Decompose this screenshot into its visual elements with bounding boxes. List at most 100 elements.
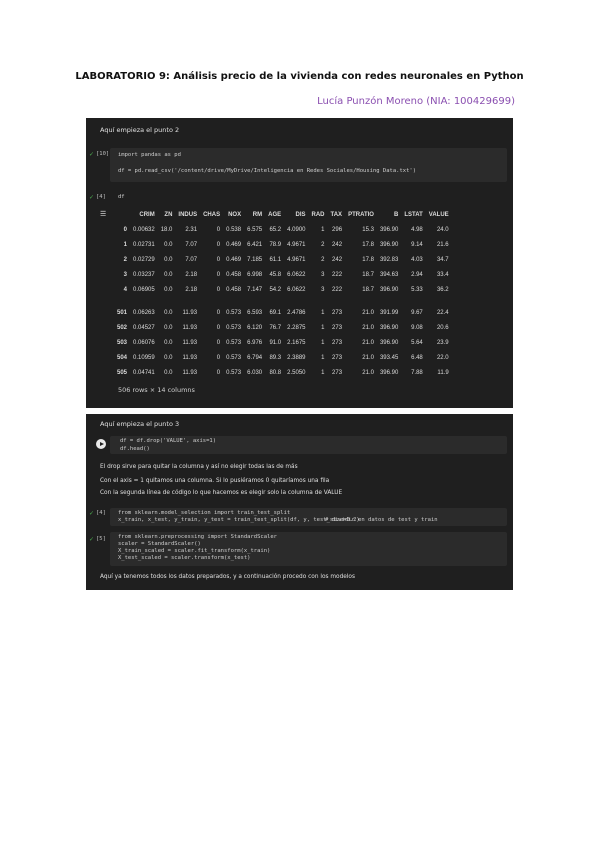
table-cell: 22.0 [436,354,449,361]
table-cell: 0.573 [226,324,242,331]
table-cell: 6.0622 [287,271,306,278]
table-cell: 0.04527 [133,324,155,331]
table-cell: 1 [321,309,325,316]
table-cell: 0.0 [164,271,173,278]
table-cell: 6.976 [247,339,263,346]
column-header: NOX [228,212,242,218]
table-cell: 6.998 [247,271,263,278]
code-line: df [118,194,125,200]
table-cell: 3 [321,286,325,293]
table-cell: 6.030 [247,369,263,376]
table-cell: 0 [216,271,221,278]
table-cell: 273 [332,324,343,331]
row-index: 502 [117,324,128,331]
table-cell: 0.573 [226,309,242,316]
table-cell: 393.45 [379,354,399,361]
section-header: Aquí empieza el punto 2 [100,126,180,134]
table-row: 502 0.04527 0.0 11.93 0 0.573 6.120 76.7 2.2875 1… [114,320,452,335]
table-cell: 396.90 [379,339,399,346]
note-text: El drop sirve para quitar la columna y a… [100,464,298,470]
table-cell: 9.08 [411,324,423,331]
table-row: 504 0.10959 0.0 11.93 0 0.573 6.794 89.3 2.3889 1… [114,350,452,365]
code-line: df.head() [120,446,150,452]
note-text: Con la segunda línea de código lo que ha… [100,490,343,496]
table-cell: 11.93 [182,354,198,361]
table-cell: 222 [332,271,343,278]
table-cell: 1 [321,226,325,233]
table-cell: 2 [321,256,325,263]
table-cell: 7.185 [247,256,263,263]
table-cell: 0.0 [164,309,173,316]
table-cell: 4.98 [411,226,423,233]
table-cell: 0 [216,226,221,233]
table-cell: 0.573 [226,339,242,346]
table-cell: 2.2875 [287,324,306,331]
dataframe-table: CRIM ZN INDUS CHAS NOX RM AGE DIS RAD TAX PTRATIO B… [114,208,452,380]
row-index: 1 [123,241,128,248]
code-comment: # dividir en datos de test y train [325,517,438,523]
table-cell: 1 [321,354,325,361]
table-cell: 0.538 [226,226,242,233]
code-line: X_train_scaled = scaler.fit_transform(x_… [118,548,271,554]
table-cell: 0.06905 [133,286,155,293]
table-row: 1 0.02731 0.0 7.07 0 0.469 6.421 78.9 4.9671 2 242… [114,237,452,252]
code-line: from sklearn.preprocessing import Standa… [118,534,277,540]
table-cell: 34.7 [436,256,449,263]
table-cell: 2 [321,241,325,248]
table-cell: 11.93 [182,339,198,346]
table-cell: 0 [216,241,221,248]
cell-prompt: [4] [96,194,106,200]
table-cell: 222 [332,286,343,293]
table-cell: 273 [332,354,343,361]
row-index: 2 [123,256,128,263]
note-text: Con el axis = 1 quitamos una columna. Si… [100,478,330,484]
note-text: Aquí ya tenemos todos los datos preparad… [100,574,355,580]
table-cell: 4.0900 [287,226,306,233]
table-cell: 0.0 [164,286,173,293]
table-cell: 5.33 [411,286,423,293]
run-cell-button[interactable] [96,439,106,449]
table-row: 3 0.03237 0.0 2.18 0 0.458 6.998 45.8 6.0622 3 222… [114,267,452,282]
code-cell[interactable]: from sklearn.preprocessing import Standa… [110,532,507,566]
code-line: X_test_scaled = scaler.transform(x_test) [118,555,251,561]
table-cell: 91.0 [269,339,282,346]
table-row: 4 0.06905 0.0 2.18 0 0.458 7.147 54.2 6.0622 3 222… [114,282,452,297]
column-header: LSTAT [404,212,423,218]
row-index: 0 [123,226,128,233]
table-cell: 0.0 [164,241,173,248]
table-icon[interactable]: ☰ [100,210,106,218]
column-header: TAX [330,212,343,218]
table-cell: 394.63 [379,271,399,278]
table-cell: 296 [332,226,343,233]
table-cell: 2.3889 [287,354,306,361]
table-cell: 0 [216,324,221,331]
table-cell: 69.1 [269,309,282,316]
table-cell: 0.02729 [133,256,155,263]
table-cell: 18.0 [160,226,173,233]
table-cell: 242 [332,241,343,248]
table-cell: 396.90 [379,324,399,331]
check-icon: ✓ [89,194,95,201]
table-cell: 0 [216,354,221,361]
table-cell: 0 [216,256,221,263]
column-header [114,208,130,222]
table-cell: 396.90 [379,241,399,248]
table-cell: 6.421 [247,241,263,248]
table-cell: 21.0 [362,369,374,376]
cell-prompt: [10] [96,151,110,157]
table-cell: 45.8 [269,271,282,278]
table-cell: 0.0 [164,354,173,361]
table-cell: 6.593 [247,309,263,316]
table-cell: 0 [216,286,221,293]
code-cell[interactable]: import pandas as pd df = pd.read_csv('/c… [110,148,507,182]
notebook-screenshot-2: Aquí empieza el punto 3 df = df.drop('VA… [86,414,513,590]
table-cell: 18.7 [362,286,374,293]
table-cell: 11.9 [437,369,449,376]
table-header-row: CRIM ZN INDUS CHAS NOX RM AGE DIS RAD TAX PTRATIO B… [114,208,452,222]
table-cell: 21.0 [362,339,374,346]
code-cell[interactable]: from sklearn.model_selection import trai… [110,508,507,526]
code-line: scaler = StandardScaler() [118,541,201,547]
table-cell: 396.90 [379,286,399,293]
code-cell[interactable]: df = df.drop('VALUE', axis=1) df.head() [110,436,507,454]
table-cell: 2.94 [411,271,423,278]
